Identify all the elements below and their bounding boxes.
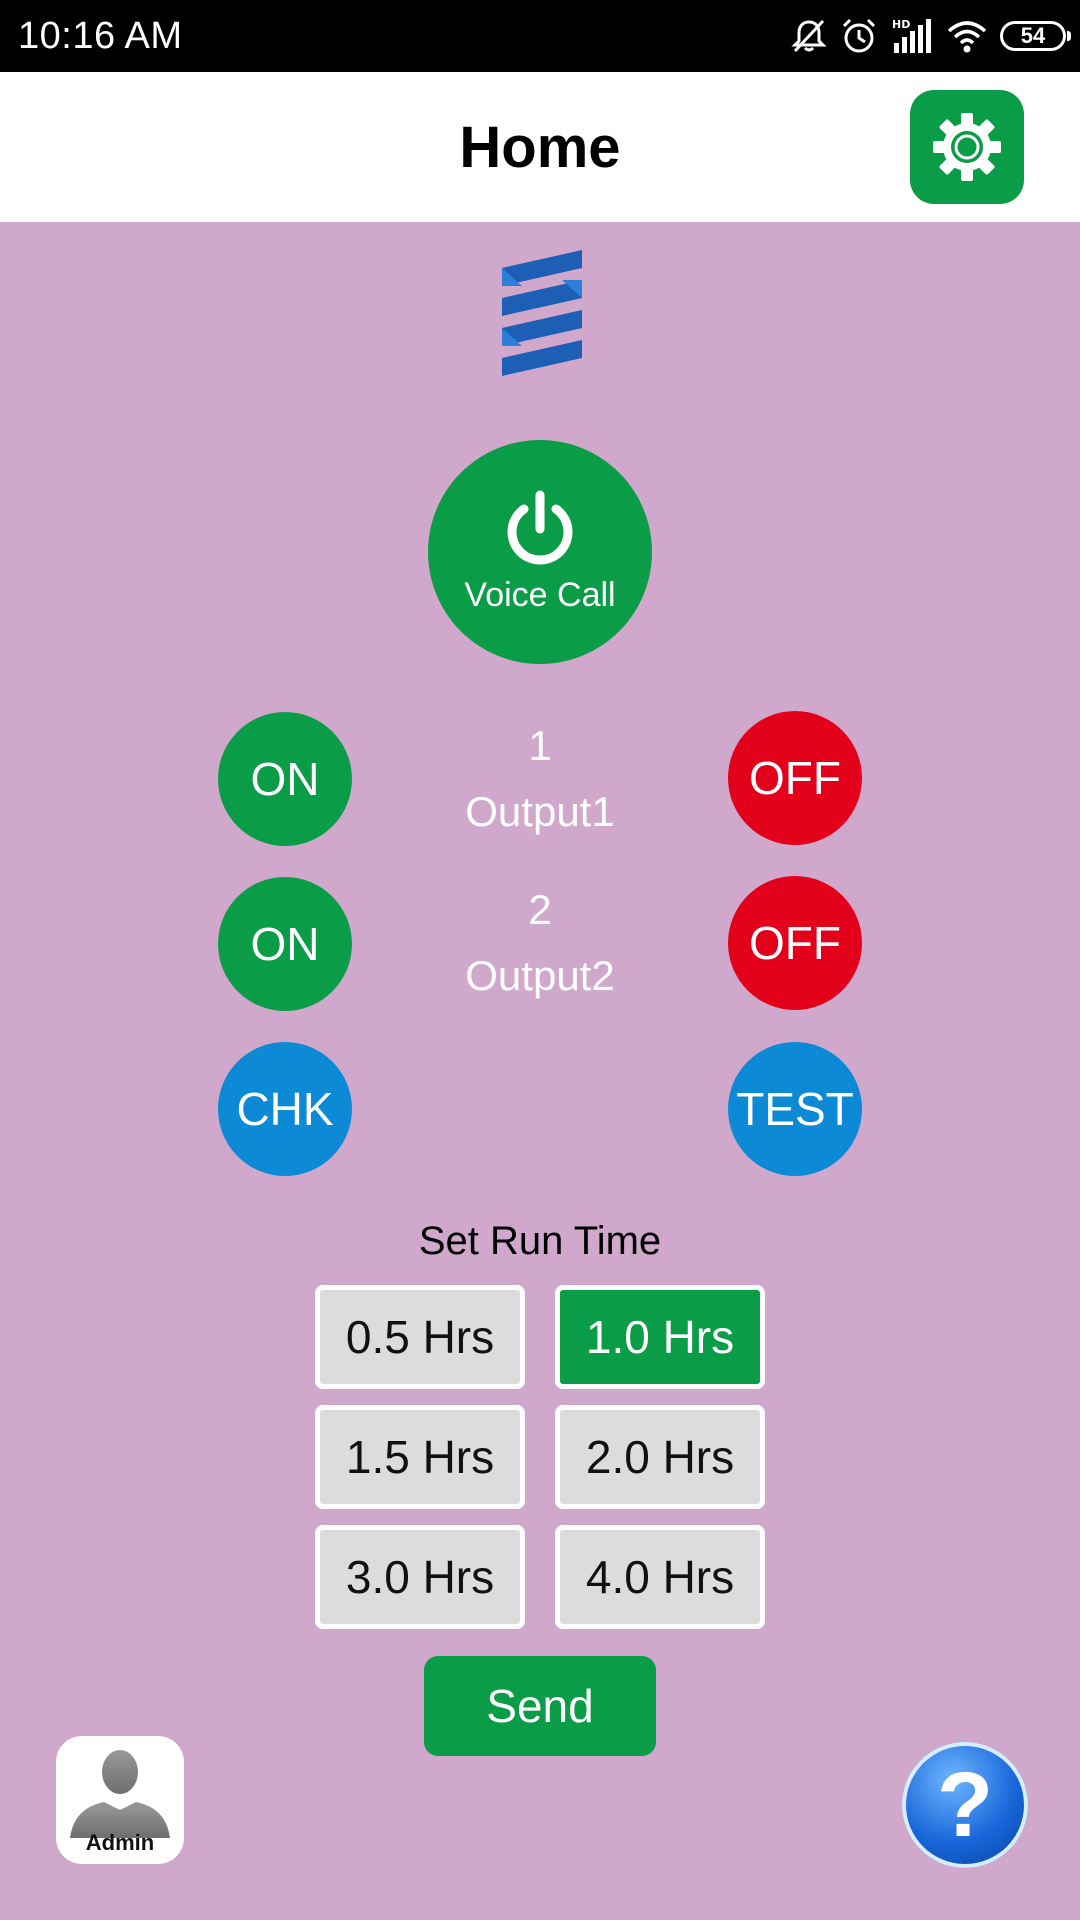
output1-on-button[interactable]: ON [218, 712, 352, 846]
battery-level: 54 [1020, 23, 1046, 48]
run-time-option[interactable]: 1.0 Hrs [555, 1285, 765, 1389]
run-time-title: Set Run Time [418, 1219, 662, 1263]
output2-on-button[interactable]: ON [218, 877, 352, 1011]
run-time-option[interactable]: 3.0 Hrs [315, 1525, 525, 1629]
run-time-option[interactable]: 0.5 Hrs [315, 1285, 525, 1389]
output2-number: 2 [528, 886, 552, 933]
run-time-option[interactable]: 1.5 Hrs [315, 1405, 525, 1509]
check-button[interactable]: CHK [218, 1042, 352, 1176]
output1-name: Output1 [465, 788, 615, 835]
output2-off-button[interactable]: OFF [728, 876, 862, 1010]
brand-logo [502, 250, 582, 376]
test-button[interactable]: TEST [728, 1042, 862, 1176]
status-bar: 10:16 AM HD 54 [0, 0, 1080, 72]
output1-number: 1 [528, 722, 552, 769]
voice-call-label: Voice Call [464, 576, 616, 614]
alarm-icon [842, 18, 876, 53]
status-time: 10:16 AM [18, 15, 183, 57]
help-icon: ? [936, 1754, 994, 1856]
signal-icon: HD [892, 18, 931, 53]
help-button[interactable]: ? [902, 1742, 1028, 1868]
status-icons: HD 54 [790, 12, 1071, 60]
run-time-option[interactable]: 4.0 Hrs [555, 1525, 765, 1629]
svg-text:HD: HD [892, 18, 910, 31]
output2-name: Output2 [465, 952, 615, 999]
app-bar: Home [0, 72, 1080, 222]
send-button[interactable]: Send [424, 1656, 656, 1756]
mute-icon [791, 19, 827, 53]
run-time-option[interactable]: 2.0 Hrs [555, 1405, 765, 1509]
admin-button[interactable]: Admin [56, 1736, 184, 1864]
gear-icon [933, 113, 1001, 181]
power-icon [507, 490, 573, 565]
battery-icon: 54 [1000, 21, 1071, 51]
voice-call-button[interactable]: Voice Call [428, 440, 652, 664]
admin-label: Admin [85, 1830, 155, 1855]
output1-off-button[interactable]: OFF [728, 711, 862, 845]
settings-button[interactable] [910, 90, 1024, 204]
wifi-icon [947, 21, 987, 53]
